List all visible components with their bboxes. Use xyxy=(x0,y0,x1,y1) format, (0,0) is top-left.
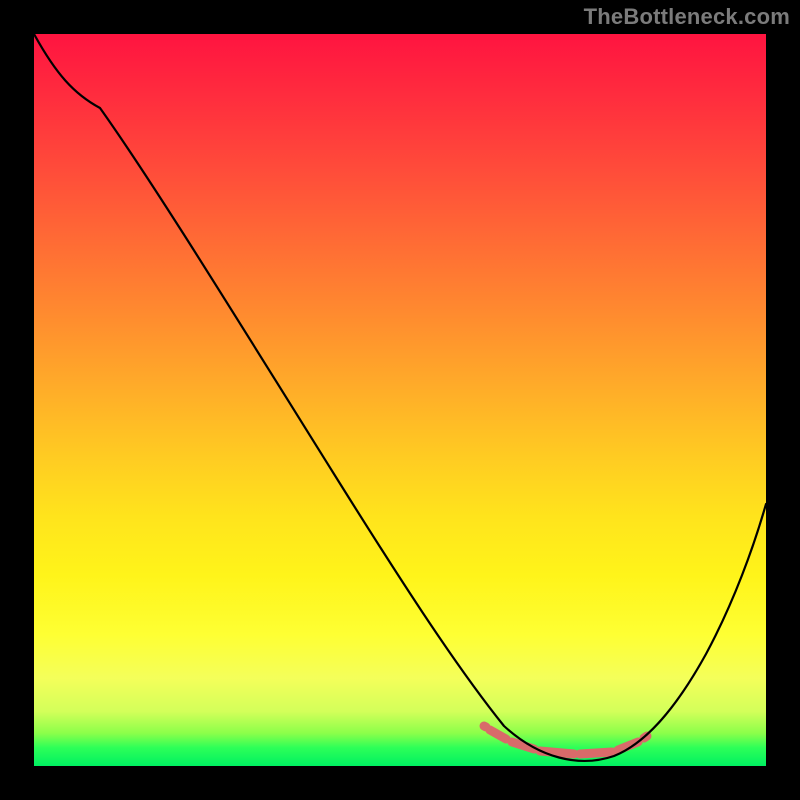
plot-area xyxy=(34,34,766,766)
curve-svg xyxy=(34,34,766,766)
watermark-text: TheBottleneck.com xyxy=(584,4,790,30)
chart-frame: TheBottleneck.com xyxy=(0,0,800,800)
bottleneck-curve-path xyxy=(34,34,766,761)
